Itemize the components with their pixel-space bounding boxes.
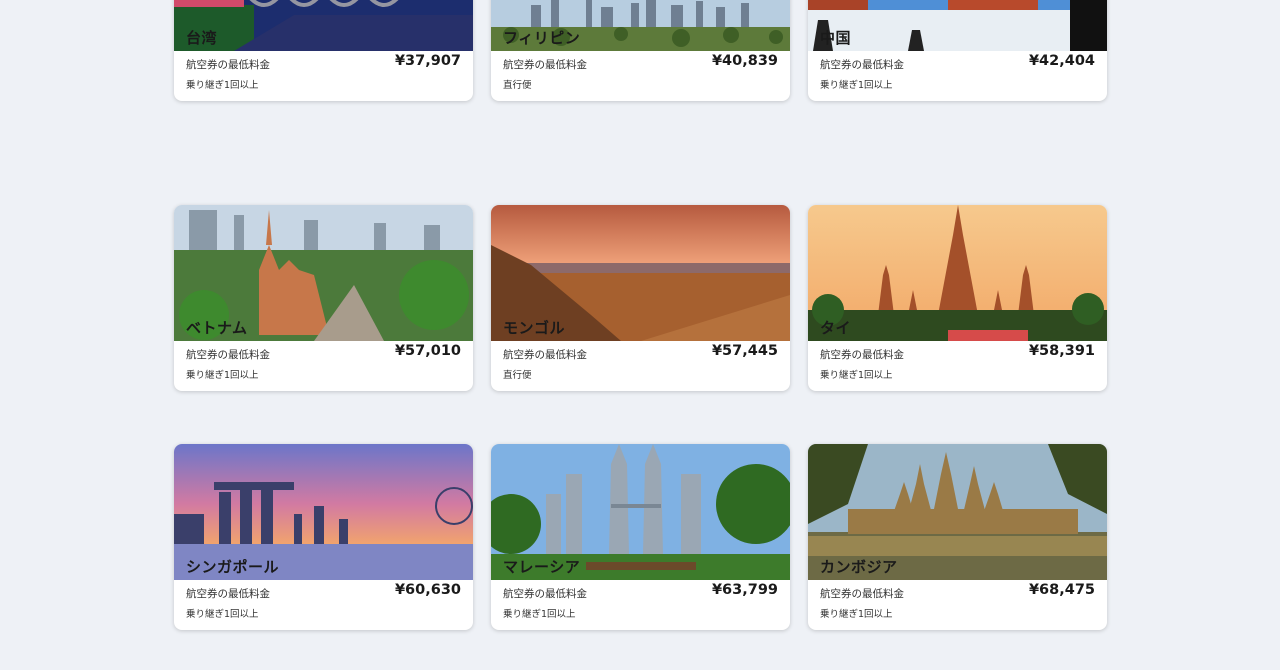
destination-card-vietnam[interactable]: ベトナム 航空券の最低料金 ¥57,010 乗り継ぎ1回以上 [174,205,473,391]
price-label: 航空券の最低料金 [820,349,904,361]
lowest-price: ¥63,799 [711,582,778,598]
price-label: 航空券の最低料金 [503,59,587,71]
destination-photo [808,0,1107,51]
lowest-price: ¥42,404 [1028,53,1095,69]
destination-name: モンゴル [503,319,566,337]
lowest-price: ¥40,839 [711,53,778,69]
lowest-price: ¥37,907 [394,53,461,69]
destination-name: フィリピン [503,29,581,47]
price-label: 航空券の最低料金 [503,588,587,600]
destination-card-taiwan[interactable]: 台湾 航空券の最低料金 ¥37,907 乗り継ぎ1回以上 [174,0,473,101]
destination-card-mongolia[interactable]: モンゴル 航空券の最低料金 ¥57,445 直行便 [491,205,790,391]
lowest-price: ¥60,630 [394,582,461,598]
lowest-price: ¥57,010 [394,343,461,359]
flight-type: 直行便 [503,370,532,381]
destination-card-cambodia[interactable]: カンボジア 航空券の最低料金 ¥68,475 乗り継ぎ1回以上 [808,444,1107,630]
destination-card-philippines[interactable]: フィリピン 航空券の最低料金 ¥40,839 直行便 [491,0,790,101]
flight-type: 乗り継ぎ1回以上 [186,370,259,381]
flight-type: 乗り継ぎ1回以上 [186,609,259,620]
lowest-price: ¥58,391 [1028,343,1095,359]
price-label: 航空券の最低料金 [186,349,270,361]
destination-name: 台湾 [186,29,218,47]
price-label: 航空券の最低料金 [820,588,904,600]
flight-type: 乗り継ぎ1回以上 [820,609,893,620]
flight-type: 乗り継ぎ1回以上 [503,609,576,620]
destination-name: シンガポール [186,558,280,576]
price-label: 航空券の最低料金 [503,349,587,361]
destination-name: ベトナム [186,319,248,337]
flight-type: 乗り継ぎ1回以上 [186,80,259,91]
lowest-price: ¥68,475 [1028,582,1095,598]
destination-card-malaysia[interactable]: マレーシア 航空券の最低料金 ¥63,799 乗り継ぎ1回以上 [491,444,790,630]
flight-type: 乗り継ぎ1回以上 [820,80,893,91]
flight-type: 乗り継ぎ1回以上 [820,370,893,381]
price-label: 航空券の最低料金 [186,588,270,600]
destination-photo [808,205,1107,341]
destination-name: マレーシア [503,558,581,576]
destination-name: 中国 [820,29,852,47]
destination-card-singapore[interactable]: シンガポール 航空券の最低料金 ¥60,630 乗り継ぎ1回以上 [174,444,473,630]
flight-type: 直行便 [503,80,532,91]
price-label: 航空券の最低料金 [186,59,270,71]
destination-photo [174,0,473,51]
destination-card-thailand[interactable]: タイ 航空券の最低料金 ¥58,391 乗り継ぎ1回以上 [808,205,1107,391]
destination-name: カンボジア [820,558,898,576]
price-label: 航空券の最低料金 [820,59,904,71]
destination-card-china[interactable]: 中国 航空券の最低料金 ¥42,404 乗り継ぎ1回以上 [808,0,1107,101]
lowest-price: ¥57,445 [711,343,778,359]
destination-name: タイ [820,319,852,337]
